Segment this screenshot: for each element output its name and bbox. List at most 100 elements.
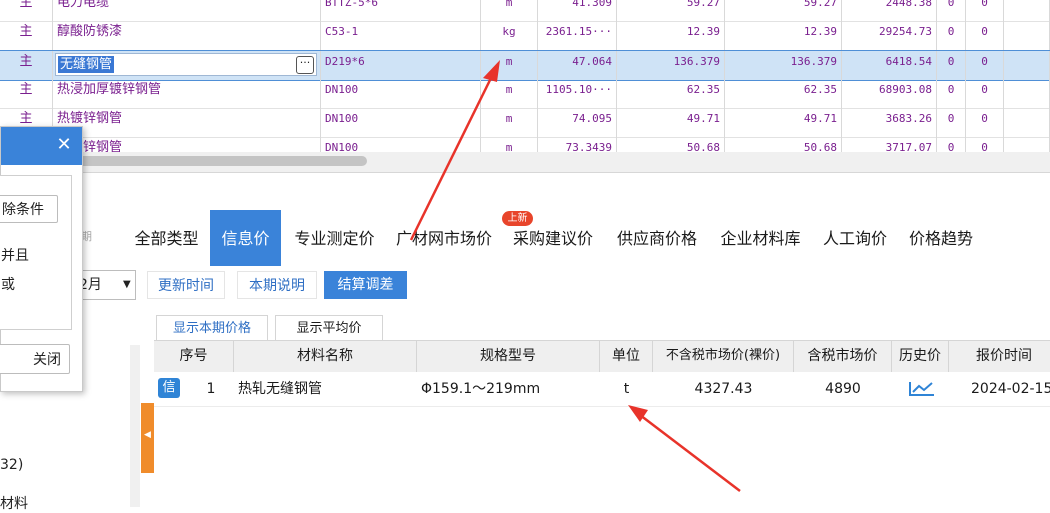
grid-cell-extra	[1004, 51, 1050, 80]
subtab-average-price[interactable]: 显示平均价	[275, 315, 383, 340]
grid-row-4[interactable]: 主 热镀锌钢管 DN100 m 74.095 49.71 49.71 3683.…	[0, 108, 1050, 138]
tab-all-types[interactable]: 全部类型	[124, 210, 209, 266]
dialog-close-button[interactable]: 关闭	[0, 344, 70, 374]
grid-cell-spec: DN100	[321, 79, 481, 108]
col-header-price-tax[interactable]: 含税市场价	[794, 340, 892, 372]
col-header-spec[interactable]: 规格型号	[417, 340, 600, 372]
filter-dialog: ✕ 除条件 并且 或 关闭	[0, 126, 83, 392]
grid-cell-name: 热镀锌钢管	[53, 108, 321, 137]
update-time-button[interactable]: 更新时间	[147, 271, 225, 299]
grid-cell-unit: m	[481, 137, 538, 152]
cell-index: 1	[206, 381, 216, 397]
grid-cell-price2: 59.27	[725, 0, 842, 21]
subtab-current-price[interactable]: 显示本期价格	[156, 315, 268, 340]
grid-row-5[interactable]: 主 热镀锌钢管 DN100 m 73.3439 50.68 50.68 3717…	[0, 137, 1050, 152]
grid-cell-price1: 59.27	[617, 0, 725, 21]
tree-item-count[interactable]: 32)	[0, 457, 23, 473]
info-price-badge: 信	[158, 378, 180, 398]
grid-cell-spec: C53-1	[321, 21, 481, 50]
grid-row-1[interactable]: 主 醇酸防锈漆 C53-1 kg 2361.15··· 12.39 12.39 …	[0, 21, 1050, 51]
grid-cell-total: 3683.26	[842, 108, 937, 137]
grid-cell-spec: DN100	[321, 108, 481, 137]
tab-price-trend[interactable]: 价格趋势	[898, 210, 984, 266]
col-header-history[interactable]: 历史价	[892, 340, 949, 372]
grid-cell-unit: m	[481, 0, 538, 21]
tab-supplier-price[interactable]: 供应商价格	[606, 210, 708, 266]
col-header-index[interactable]: 序号	[154, 340, 234, 372]
tab-market-price[interactable]: 广材网市场价	[387, 210, 501, 266]
grid-cell-price2: 49.71	[725, 108, 842, 137]
tab-info-price[interactable]: 信息价	[210, 210, 281, 266]
col-header-unit[interactable]: 单位	[600, 340, 653, 372]
cell-price-tax: 4890	[825, 381, 861, 397]
grid-cell-price2: 50.68	[725, 137, 842, 152]
and-option[interactable]: 并且	[1, 245, 29, 265]
settle-diff-button[interactable]: 结算调差	[324, 271, 407, 299]
grid-cell-total: 68903.08	[842, 79, 937, 108]
grid-cell-flag1: 0	[937, 21, 966, 50]
grid-cell-flag2: 0	[966, 21, 1004, 50]
grid-cell-qty: 1105.10···	[538, 79, 617, 108]
grid-cell-total: 3717.07	[842, 137, 937, 152]
grid-cell-flag2: 0	[966, 137, 1004, 152]
or-option[interactable]: 或	[1, 274, 15, 294]
cell-name: 热轧无缝钢管	[238, 381, 322, 397]
grid-cell-price2: 136.379	[725, 51, 842, 80]
grid-cell-price1: 62.35	[617, 79, 725, 108]
grid-cell-price1: 50.68	[617, 137, 725, 152]
grid-cell-qty: 74.095	[538, 108, 617, 137]
grid-cell-spec: D219*6	[321, 51, 481, 80]
grid-row-3[interactable]: 主 热浸加厚镀锌钢管 DN100 m 1105.10··· 62.35 62.3…	[0, 79, 1050, 109]
grid-cell-unit: m	[481, 108, 538, 137]
collapse-arrow-icon: ◀	[144, 430, 151, 440]
grid-cell-extra	[1004, 79, 1050, 108]
grid-cell-qty: 73.3439	[538, 137, 617, 152]
grid-cell-qty: 2361.15···	[538, 21, 617, 50]
grid-cell-name: 醇酸防锈漆	[53, 21, 321, 50]
name-edit-input[interactable]: 无缝钢管 ···	[55, 53, 317, 76]
grid-cell-price1: 49.71	[617, 108, 725, 137]
col-header-date[interactable]: 报价时间	[949, 340, 1050, 372]
grid-cell-unit: m	[481, 79, 538, 108]
grid-cell-extra	[1004, 21, 1050, 50]
grid-cell-name: 热浸加厚镀锌钢管	[53, 79, 321, 108]
grid-cell-flag2: 0	[966, 51, 1004, 80]
grid-row-0[interactable]: 主 电力电缆 BTTZ-5*6 m 41.309 59.27 59.27 244…	[0, 0, 1050, 22]
grid-cell-flag2: 0	[966, 108, 1004, 137]
grid-cell-name: 热镀锌钢管	[53, 137, 321, 152]
grid-cell-unit: kg	[481, 21, 538, 50]
grid-cell-type: 主	[0, 21, 53, 50]
grid-cell-unit: m	[481, 51, 538, 80]
cell-price-ex-tax: 4327.43	[694, 381, 753, 397]
col-header-name[interactable]: 材料名称	[234, 340, 417, 372]
grid-cell-flag1: 0	[937, 79, 966, 108]
col-header-price-ex-tax[interactable]: 不含税市场价(裸价)	[653, 340, 794, 372]
grid-row-2-selected[interactable]: 主 D219*6 m 47.064 136.379 136.379 6418.5…	[0, 50, 1050, 81]
grid-cell-qty: 47.064	[538, 51, 617, 80]
grid-cell-extra	[1004, 108, 1050, 137]
grid-cell-qty: 41.309	[538, 0, 617, 21]
grid-cell-flag1: 0	[937, 0, 966, 21]
grid-cell-price1: 136.379	[617, 51, 725, 80]
grid-cell-price2: 62.35	[725, 79, 842, 108]
new-badge: 上新	[502, 211, 533, 226]
more-icon[interactable]: ···	[296, 56, 314, 74]
clear-conditions-button[interactable]: 除条件	[0, 195, 58, 223]
close-icon[interactable]: ✕	[53, 132, 75, 158]
grid-cell-flag2: 0	[966, 0, 1004, 21]
tab-labor-inquiry[interactable]: 人工询价	[813, 210, 897, 266]
grid-cell-total: 6418.54	[842, 51, 937, 80]
grid-cell-price2: 12.39	[725, 21, 842, 50]
tree-item-label[interactable]: 材料	[0, 493, 28, 513]
grid-cell-flag1: 0	[937, 51, 966, 80]
grid-cell-type: 主	[0, 79, 53, 108]
grid-cell-price1: 12.39	[617, 21, 725, 50]
grid-cell-spec: BTTZ-5*6	[321, 0, 481, 21]
grid-cell-total: 2448.38	[842, 0, 937, 21]
tab-enterprise-library[interactable]: 企业材料库	[709, 210, 812, 266]
tab-professional-price[interactable]: 专业测定价	[283, 210, 386, 266]
period-note-button[interactable]: 本期说明	[237, 271, 317, 299]
tree-scrollbar[interactable]	[130, 345, 140, 507]
grid-cell-flag1: 0	[937, 137, 966, 152]
trend-chart-icon[interactable]	[909, 378, 935, 398]
